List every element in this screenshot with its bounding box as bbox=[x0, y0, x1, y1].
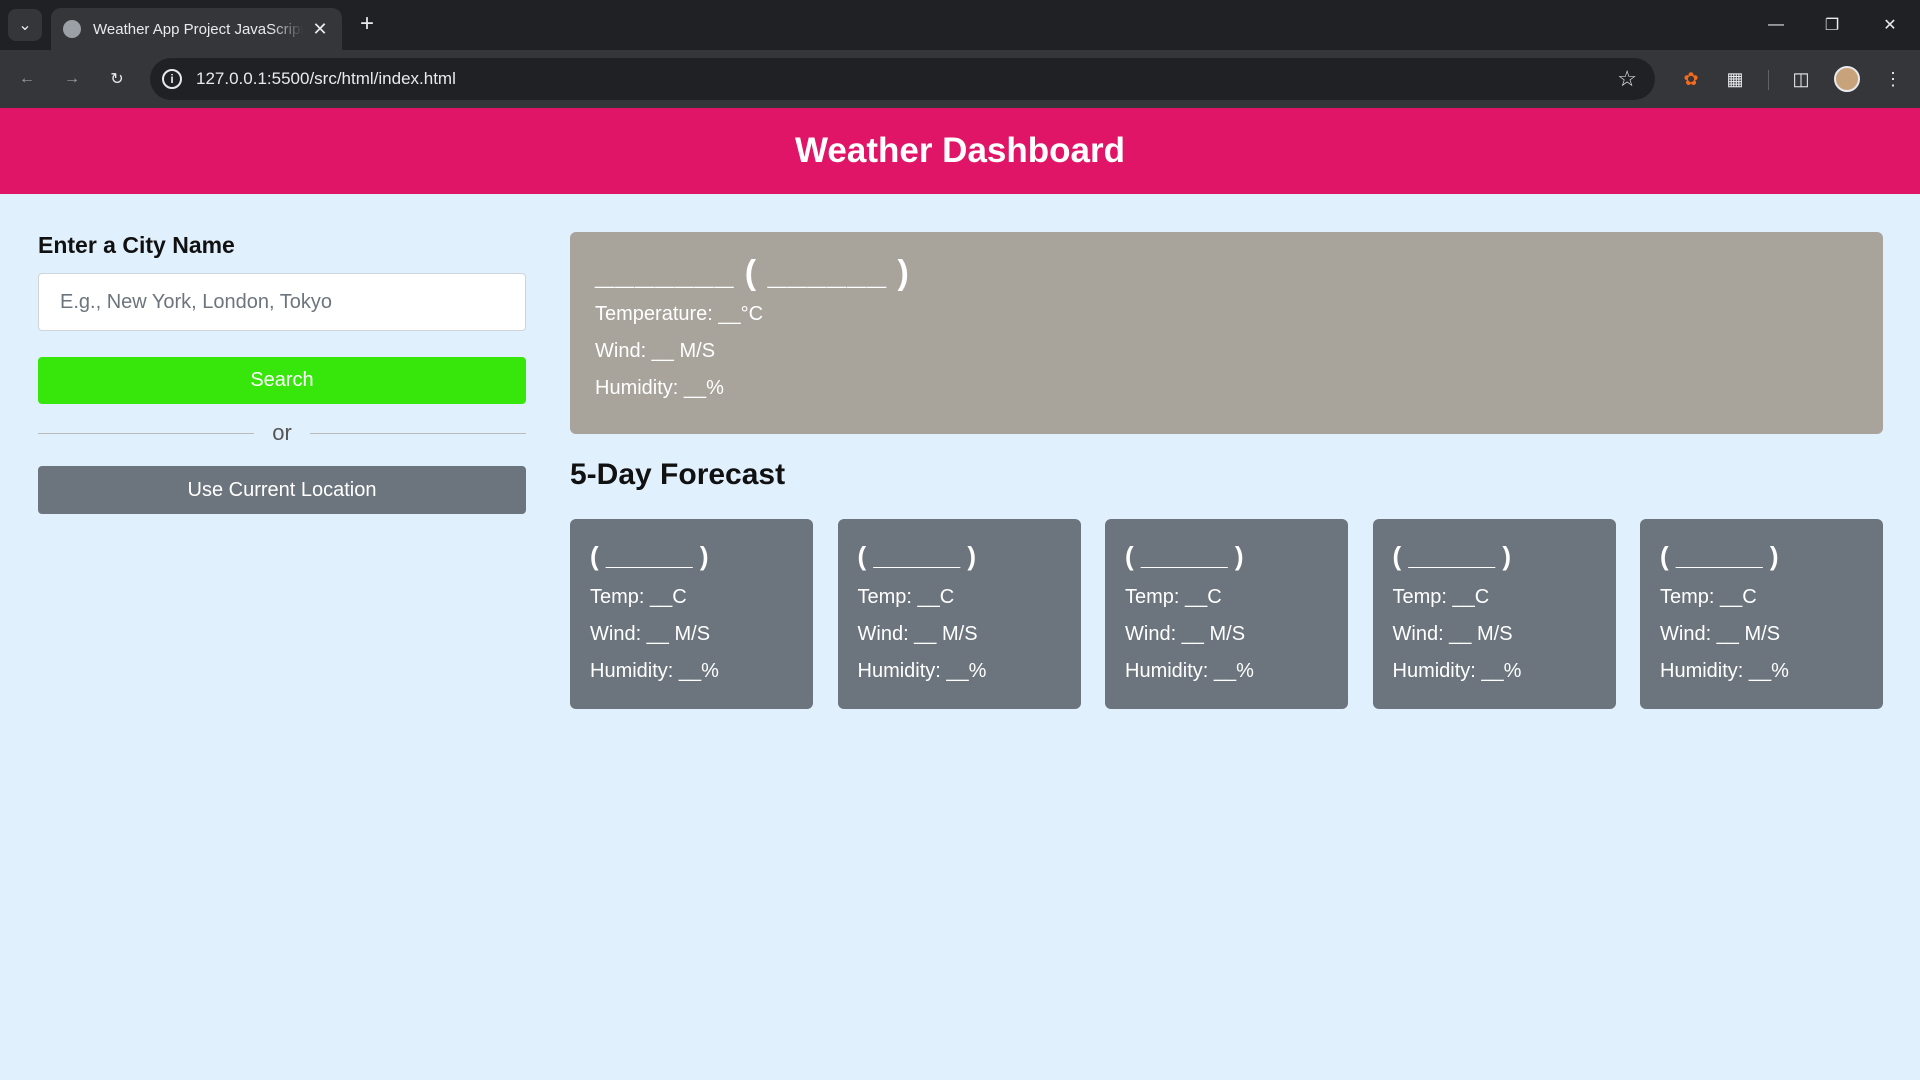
extensions-puzzle-icon[interactable]: ▦ bbox=[1718, 62, 1752, 96]
globe-icon bbox=[63, 20, 81, 38]
forecast-humidity: Humidity: __% bbox=[1392, 660, 1522, 682]
back-button[interactable]: ← bbox=[10, 62, 44, 96]
city-search-input[interactable] bbox=[38, 273, 526, 331]
forecast-heading: 5-Day Forecast bbox=[570, 458, 786, 491]
forecast-wind: Wind: __ M/S bbox=[1392, 623, 1513, 645]
forecast-humidity: Humidity: __% bbox=[857, 660, 987, 682]
use-current-location-button[interactable]: Use Current Location bbox=[38, 466, 526, 514]
forecast-temp: Temp: __C bbox=[590, 586, 687, 608]
forecast-date: ( ______ ) bbox=[1660, 541, 1779, 571]
browser-toolbar: ← → ↻ i 127.0.0.1:5500/src/html/index.ht… bbox=[0, 50, 1920, 108]
current-city-title: _______ ( ______ ) bbox=[595, 254, 910, 292]
forecast-card: ( ______ ) Temp: __C Wind: __ M/S Humidi… bbox=[570, 519, 813, 709]
forecast-card-list: ( ______ ) Temp: __C Wind: __ M/S Humidi… bbox=[570, 519, 1883, 709]
address-bar[interactable]: i 127.0.0.1:5500/src/html/index.html ☆ bbox=[150, 58, 1655, 100]
minimize-button[interactable]: — bbox=[1756, 8, 1796, 42]
tab-search-button[interactable]: ⌄ bbox=[8, 9, 42, 41]
url-text: 127.0.0.1:5500/src/html/index.html bbox=[196, 69, 456, 88]
divider-line bbox=[309, 432, 526, 434]
close-window-button[interactable]: ✕ bbox=[1870, 8, 1910, 42]
forecast-humidity: Humidity: __% bbox=[1125, 660, 1254, 682]
forecast-temp: Temp: __C bbox=[857, 586, 955, 608]
forecast-card: ( ______ ) Temp: __C Wind: __ M/S Humidi… bbox=[837, 519, 1081, 709]
reload-icon: ↻ bbox=[110, 71, 124, 88]
forecast-date: ( ______ ) bbox=[1392, 541, 1512, 571]
arrow-right-icon: → bbox=[64, 70, 80, 87]
bookmark-star-icon[interactable]: ☆ bbox=[1617, 66, 1637, 92]
forecast-wind: Wind: __ M/S bbox=[1125, 623, 1246, 645]
current-weather-card: _______ ( ______ ) Temperature: __°C Win… bbox=[570, 232, 1883, 434]
side-panel-icon[interactable]: ◫ bbox=[1784, 62, 1818, 96]
forecast-wind: Wind: __ M/S bbox=[857, 623, 978, 645]
or-label: or bbox=[272, 420, 292, 445]
forecast-temp: Temp: __C bbox=[1125, 586, 1222, 608]
forecast-date: ( ______ ) bbox=[1125, 541, 1244, 571]
current-humidity: Humidity: __% bbox=[595, 377, 724, 399]
profile-avatar[interactable] bbox=[1834, 66, 1860, 92]
current-temperature: Temperature: __°C bbox=[595, 303, 764, 325]
forecast-wind: Wind: __ M/S bbox=[590, 623, 711, 645]
reload-button[interactable]: ↻ bbox=[100, 62, 134, 96]
forecast-card: ( ______ ) Temp: __C Wind: __ M/S Humidi… bbox=[1640, 519, 1883, 709]
extension-icon[interactable]: ✿ bbox=[1674, 62, 1708, 96]
close-tab-icon[interactable]: ✕ bbox=[310, 19, 330, 40]
or-divider: or bbox=[38, 418, 526, 448]
browser-tabstrip: ⌄ Weather App Project JavaScript ✕ + — ❐… bbox=[0, 0, 1920, 50]
forecast-date: ( ______ ) bbox=[857, 541, 977, 571]
forward-button[interactable]: → bbox=[55, 62, 89, 96]
divider-line bbox=[38, 432, 255, 434]
restore-button[interactable]: ❐ bbox=[1812, 8, 1852, 42]
city-input-label: Enter a City Name bbox=[38, 232, 235, 258]
current-wind: Wind: __ M/S bbox=[595, 340, 716, 362]
forecast-card: ( ______ ) Temp: __C Wind: __ M/S Humidi… bbox=[1372, 519, 1616, 709]
chevron-down-icon: ⌄ bbox=[18, 17, 32, 34]
forecast-humidity: Humidity: __% bbox=[590, 660, 719, 682]
forecast-temp: Temp: __C bbox=[1392, 586, 1490, 608]
forecast-wind: Wind: __ M/S bbox=[1660, 623, 1781, 645]
page-title: Weather Dashboard bbox=[795, 131, 1125, 170]
forecast-humidity: Humidity: __% bbox=[1660, 660, 1789, 682]
toolbar-divider bbox=[1768, 70, 1769, 90]
site-info-icon[interactable]: i bbox=[162, 69, 182, 89]
app-header: Weather Dashboard bbox=[0, 108, 1920, 194]
arrow-left-icon: ← bbox=[19, 70, 35, 87]
forecast-date: ( ______ ) bbox=[590, 541, 709, 571]
more-menu-icon[interactable]: ⋮ bbox=[1876, 62, 1910, 96]
new-tab-button[interactable]: + bbox=[352, 10, 382, 40]
forecast-card: ( ______ ) Temp: __C Wind: __ M/S Humidi… bbox=[1105, 519, 1348, 709]
browser-tab[interactable]: Weather App Project JavaScript ✕ bbox=[51, 8, 342, 50]
search-panel: Enter a City Name Search or Use Current … bbox=[38, 232, 526, 514]
forecast-temp: Temp: __C bbox=[1660, 586, 1757, 608]
page: Weather Dashboard Enter a City Name Sear… bbox=[0, 108, 1920, 1080]
search-button[interactable]: Search bbox=[38, 357, 526, 404]
tab-title: Weather App Project JavaScript bbox=[93, 20, 303, 38]
